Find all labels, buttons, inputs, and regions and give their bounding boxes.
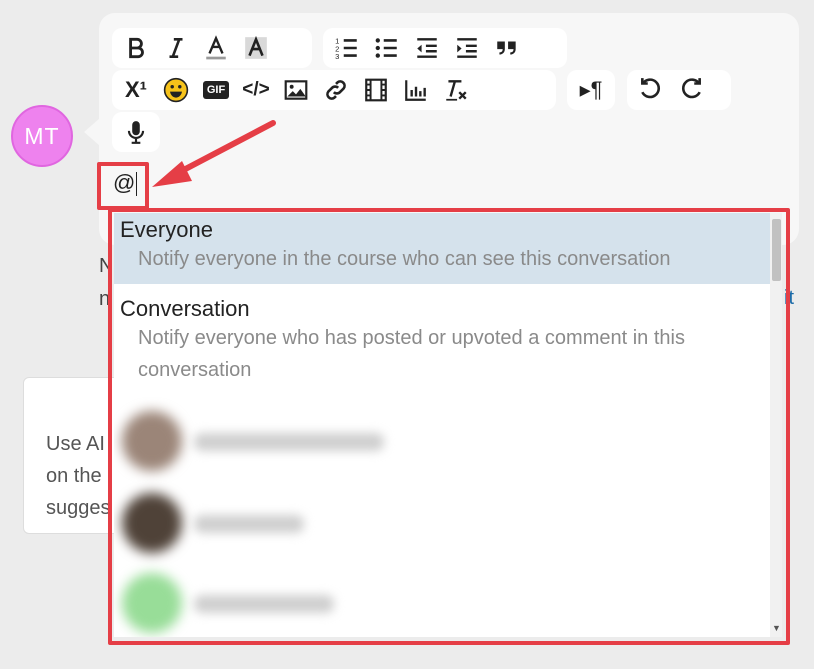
dropdown-highlight-box [108,208,790,645]
indent-icon[interactable] [447,28,487,68]
chart-icon[interactable] [396,70,436,110]
ai-card-line: sugges [46,497,111,519]
outdent-icon[interactable] [407,28,447,68]
avatar-pointer [84,118,100,146]
bold-icon[interactable] [116,28,156,68]
font-color-icon[interactable] [196,28,236,68]
ai-card-line: on the [46,465,102,487]
clear-format-icon[interactable] [436,70,476,110]
undo-icon[interactable] [631,70,671,110]
ai-card-line: Use AI [46,433,105,455]
svg-text:3: 3 [335,52,339,61]
italic-icon[interactable] [156,28,196,68]
video-icon[interactable] [356,70,396,110]
insert-group: X¹ GIF </> [112,70,556,110]
superscript-icon[interactable]: X¹ [116,70,156,110]
bullet-list-icon[interactable] [367,28,407,68]
history-group [627,70,731,110]
paragraph-direction-icon[interactable]: ▸¶ [571,70,611,110]
quote-icon[interactable] [487,28,527,68]
gif-label: GIF [202,81,230,99]
user-avatar: MT [11,105,73,167]
redo-icon[interactable] [671,70,711,110]
link-icon[interactable] [316,70,356,110]
annotation-arrow-icon [152,120,276,187]
ordered-list-icon[interactable]: 123 [327,28,367,68]
gif-icon[interactable]: GIF [196,70,236,110]
direction-group: ▸¶ [567,70,615,110]
code-icon[interactable]: </> [236,70,276,110]
text-format-group [112,28,312,68]
highlight-icon[interactable] [236,28,276,68]
image-icon[interactable] [276,70,316,110]
paragraph-format-group: 123 [323,28,567,68]
emoji-icon[interactable] [156,70,196,110]
